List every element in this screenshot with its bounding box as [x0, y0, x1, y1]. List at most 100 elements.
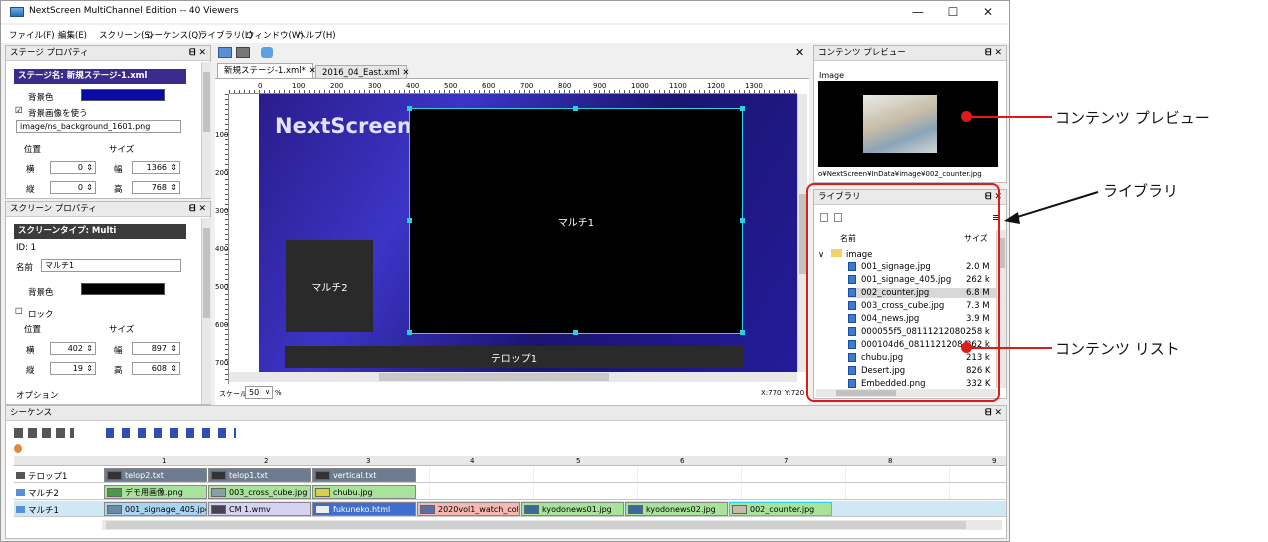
resize-handle[interactable]: [740, 330, 745, 335]
stage-x-field[interactable]: 0: [50, 161, 96, 174]
tab-stage-1[interactable]: 新規ステージ-1.xml* ✕: [217, 63, 316, 78]
scroll-thumb[interactable]: [379, 373, 609, 381]
screen-name-field[interactable]: マルチ1: [41, 259, 181, 272]
sequence-clip-selected[interactable]: 002_counter.jpg: [729, 502, 832, 516]
stage-canvas[interactable]: NextScreen マルチ2 マルチ1 テロップ1: [259, 94, 797, 372]
sequence-clip[interactable]: kyodonews02.jpg: [625, 502, 728, 516]
minimize-button[interactable]: —: [903, 3, 933, 21]
scroll-thumb[interactable]: [203, 72, 210, 132]
name-label: 名前: [16, 263, 34, 273]
resize-handle[interactable]: [573, 106, 578, 111]
multi1-screen[interactable]: マルチ1: [409, 108, 743, 334]
close-button[interactable]: ✕: [973, 3, 1003, 21]
screen-h-field[interactable]: 608: [132, 362, 180, 375]
sequence-clip[interactable]: 003_cross_cube.jpg: [208, 485, 311, 499]
sequence-clip[interactable]: fukuneko.html: [312, 502, 416, 516]
row-label[interactable]: テロップ1: [16, 470, 67, 482]
row-label[interactable]: マルチ2: [16, 487, 59, 499]
multi2-screen[interactable]: マルチ2: [286, 240, 373, 332]
resize-handle[interactable]: [740, 218, 745, 223]
clip-label: 001_signage_405.jpg: [125, 505, 207, 514]
menu-sequence[interactable]: シーケンス(Q): [146, 29, 201, 41]
scroll-thumb[interactable]: [799, 194, 806, 274]
screen-w-label: 幅: [114, 346, 123, 356]
ruler-label: 1000: [631, 82, 649, 90]
bg-color-swatch[interactable]: [81, 89, 165, 101]
screen-bg-color-swatch[interactable]: [81, 283, 165, 295]
menu-file[interactable]: ファイル(F): [9, 29, 55, 41]
preview-type-label: Image: [819, 71, 845, 80]
menu-library[interactable]: ライブラリ(L): [199, 29, 253, 41]
camera-tool-icon[interactable]: [261, 47, 273, 58]
screen-w-field[interactable]: 897: [132, 342, 180, 355]
screen-x-field[interactable]: 402: [50, 342, 96, 355]
vruler-label: 100: [215, 131, 229, 139]
resize-handle[interactable]: [740, 106, 745, 111]
sequence-clip[interactable]: kyodonews01.jpg: [521, 502, 624, 516]
panel-pin-close-icon[interactable]: ᗺ ✕: [189, 202, 206, 217]
scale-dropdown-icon[interactable]: ∨: [265, 388, 270, 396]
screen-h-label: 高: [114, 366, 123, 376]
resize-handle[interactable]: [573, 330, 578, 335]
sequence-clip[interactable]: chubu.jpg: [312, 485, 416, 499]
sequence-clip[interactable]: telop1.txt: [208, 468, 311, 482]
scale-label: スケール: [219, 390, 247, 398]
menu-help[interactable]: ヘルプ(H): [297, 29, 336, 41]
telop-tool-icon[interactable]: [236, 47, 250, 58]
panel-pin-close-icon[interactable]: ᗺ ✕: [985, 406, 1002, 421]
maximize-button[interactable]: ☐: [938, 3, 968, 21]
telop1-screen[interactable]: テロップ1: [285, 346, 743, 368]
telop-row-icon: [16, 472, 25, 479]
h-label: 高: [114, 185, 123, 195]
tab-2016-east[interactable]: 2016_04_East.xml ✕: [315, 65, 410, 78]
clip-label: telop1.txt: [229, 471, 268, 480]
clip-label: telop2.txt: [125, 471, 164, 480]
stage-props-scrollbar[interactable]: [201, 62, 211, 198]
screen-props-scrollbar[interactable]: [201, 218, 211, 404]
sequence-clip[interactable]: デモ用画像.png: [104, 485, 207, 499]
panel-pin-close-icon[interactable]: ᗺ ✕: [985, 46, 1002, 61]
resize-handle[interactable]: [407, 218, 412, 223]
ruler-label: 200: [330, 82, 344, 90]
vruler-label: 700: [215, 359, 229, 367]
screen-row-icon: [16, 506, 25, 513]
scroll-thumb[interactable]: [203, 228, 210, 318]
stage-y-field[interactable]: 0: [50, 181, 96, 194]
ruler-label: 400: [406, 82, 420, 90]
record-icon[interactable]: [14, 444, 22, 453]
y-label: 縦: [26, 185, 35, 195]
sequence-clip[interactable]: telop2.txt: [104, 468, 207, 482]
editor-hscrollbar[interactable]: [229, 372, 797, 382]
screen-y-field[interactable]: 19: [50, 362, 96, 375]
screen-tool-icon[interactable]: [218, 47, 232, 58]
scroll-thumb[interactable]: [106, 521, 966, 529]
menu-edit[interactable]: 編集(E): [58, 29, 87, 41]
stage-h-field[interactable]: 768: [132, 181, 180, 194]
lock-checkbox[interactable]: ☐: [15, 307, 23, 317]
scale-unit: %: [275, 389, 282, 397]
editor-close-icon[interactable]: ✕: [795, 46, 804, 59]
column-number: 8: [888, 457, 893, 465]
panel-pin-close-icon[interactable]: ᗺ ✕: [189, 46, 206, 61]
resize-handle[interactable]: [407, 330, 412, 335]
sequence-clip[interactable]: vertical.txt: [312, 468, 416, 482]
screen-properties-header: スクリーン プロパティ ᗺ ✕: [6, 202, 210, 217]
sequence-toolbar-left[interactable]: [14, 428, 74, 438]
vruler-label: 600: [215, 321, 229, 329]
sequence-hscrollbar[interactable]: [102, 520, 1002, 530]
menu-window[interactable]: ウィンドウ(W): [246, 29, 304, 41]
column-number: 1: [162, 457, 167, 465]
use-bg-image-checkbox[interactable]: ☑: [15, 106, 23, 116]
sequence-clip[interactable]: 001_signage_405.jpg: [104, 502, 207, 516]
resize-handle[interactable]: [407, 106, 412, 111]
stage-w-field[interactable]: 1366: [132, 161, 180, 174]
row-label[interactable]: マルチ1: [16, 504, 59, 516]
sequence-clip[interactable]: 2020vol1_watch_colle: [417, 502, 520, 516]
clip-label: 002_counter.jpg: [750, 505, 815, 514]
sequence-toolbar-nav[interactable]: [106, 428, 236, 438]
menu-screen[interactable]: スクリーン(S): [99, 29, 153, 41]
bg-image-path-field[interactable]: image/ns_background_1601.png: [16, 120, 181, 133]
vruler-label: 500: [215, 283, 229, 291]
sequence-clip[interactable]: CM 1.wmv: [208, 502, 311, 516]
vruler-label: 300: [215, 207, 229, 215]
